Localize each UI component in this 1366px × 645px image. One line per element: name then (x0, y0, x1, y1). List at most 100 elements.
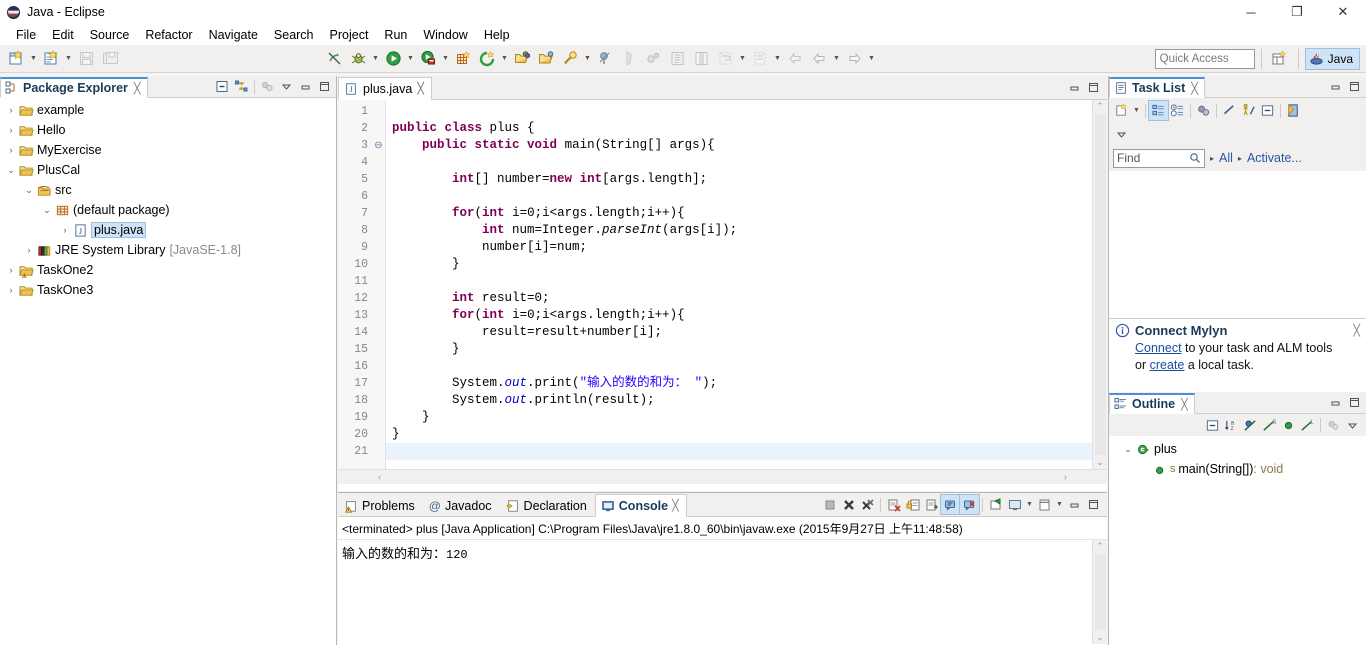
scroll-down-icon[interactable]: ⌄ (1096, 632, 1104, 643)
display-console-dropdown-icon[interactable]: ▼ (1024, 494, 1035, 516)
search-dropdown-icon[interactable]: ▼ (582, 48, 593, 70)
filter-activate-link[interactable]: Activate... (1247, 151, 1302, 165)
code-line[interactable]: result=result+number[i]; (392, 324, 1092, 341)
expand-arrow-icon[interactable]: › (4, 265, 18, 275)
new-java-class-dropdown-icon[interactable]: ▼ (63, 48, 74, 70)
menu-edit[interactable]: Edit (44, 26, 82, 44)
tree-item-myexercise[interactable]: › MyExercise (0, 140, 336, 160)
restore-task-list-icon[interactable] (1284, 101, 1303, 120)
maximize-icon[interactable] (1084, 78, 1103, 97)
scroll-thumb[interactable] (1094, 554, 1106, 630)
console-output-area[interactable]: 输入的数的和为：120 ⌃ ⌄ (338, 540, 1107, 644)
tab-outline[interactable]: Outline ╳ (1109, 393, 1195, 414)
run-external-tools-icon[interactable] (417, 48, 439, 70)
scroll-left-icon[interactable]: ‹ (378, 472, 381, 482)
tree-item-plus-java[interactable]: › J plus.java (0, 220, 336, 240)
code-line[interactable]: } (392, 341, 1092, 358)
collapse-all-icon[interactable] (1203, 416, 1222, 435)
tree-item-hello[interactable]: › Hello (0, 120, 336, 140)
minimize-icon[interactable] (296, 77, 315, 96)
close-icon[interactable]: ╳ (672, 499, 679, 512)
close-icon[interactable]: ╳ (134, 82, 141, 95)
scroll-lock-icon[interactable] (903, 495, 922, 514)
folding-ruler[interactable]: ⊖ (372, 100, 386, 469)
new-wizard-icon[interactable] (5, 48, 27, 70)
new-java-class-icon[interactable] (40, 48, 62, 70)
sort-icon[interactable]: az (1222, 416, 1241, 435)
tree-item-pluscal[interactable]: ⌄ PlusCal (0, 160, 336, 180)
minimize-icon[interactable] (1326, 77, 1345, 96)
code-line[interactable] (392, 188, 1092, 205)
view-menu-icon[interactable] (1112, 125, 1131, 144)
code-line[interactable]: public class plus { (392, 120, 1092, 137)
menu-run[interactable]: Run (376, 26, 415, 44)
word-wrap-icon[interactable] (922, 495, 941, 514)
open-console-dropdown-icon[interactable]: ▼ (1054, 494, 1065, 516)
code-line[interactable] (392, 103, 1092, 120)
tree-item-default-package[interactable]: ⌄ (default package) (0, 200, 336, 220)
scroll-up-icon[interactable]: ⌃ (1096, 101, 1104, 112)
filter-all-link[interactable]: All (1219, 151, 1233, 165)
pin-console-icon[interactable] (986, 495, 1005, 514)
mylyn-connect-link[interactable]: Connect (1135, 341, 1182, 355)
tab-task-list[interactable]: Task List ╳ (1109, 77, 1205, 98)
scroll-thumb[interactable] (1094, 114, 1106, 455)
run-dropdown-icon[interactable]: ▼ (405, 48, 416, 70)
show-console-on-error-icon[interactable] (959, 494, 980, 515)
close-icon[interactable]: ╳ (1181, 398, 1188, 411)
find-input[interactable]: Find (1113, 148, 1205, 168)
tree-item-example[interactable]: › example (0, 100, 336, 120)
menu-search[interactable]: Search (266, 26, 322, 44)
expand-arrow-icon[interactable]: › (4, 125, 18, 135)
tab-package-explorer[interactable]: Package Explorer ╳ (0, 77, 148, 98)
mylyn-create-link[interactable]: create (1150, 358, 1185, 372)
debug-icon[interactable] (347, 48, 369, 70)
code-line[interactable]: public static void main(String[] args){ (392, 137, 1092, 154)
code-line[interactable]: System.out.print("输入的数的和为： "); (392, 375, 1092, 392)
menu-project[interactable]: Project (322, 26, 377, 44)
minimize-button[interactable]: ─ (1228, 0, 1274, 24)
code-line[interactable]: for(int i=0;i<args.length;i++){ (392, 205, 1092, 222)
editor-vertical-scrollbar[interactable]: ⌃ ⌄ (1092, 100, 1107, 469)
debug-dropdown-icon[interactable]: ▼ (370, 48, 381, 70)
show-console-on-output-icon[interactable] (940, 494, 961, 515)
collapse-arrow-icon[interactable]: ⌄ (22, 185, 36, 196)
perspective-java-button[interactable]: Java (1304, 47, 1360, 70)
open-type-icon[interactable] (511, 48, 533, 70)
tree-item-jre-system-library[interactable]: › JRE System Library [JavaSE-1.8] (0, 240, 336, 260)
filter-all-arrow-icon[interactable]: ▸ (1210, 154, 1214, 163)
categorized-presentation-icon[interactable] (1148, 100, 1169, 121)
toggle-mark-occurrences-icon[interactable] (323, 48, 345, 70)
menu-help[interactable]: Help (476, 26, 518, 44)
maximize-icon[interactable] (1345, 77, 1364, 96)
clear-console-icon[interactable] (884, 495, 903, 514)
coverage-icon[interactable] (476, 48, 498, 70)
remove-launch-icon[interactable] (839, 495, 858, 514)
scroll-up-icon[interactable]: ⌃ (1096, 541, 1104, 552)
code-line[interactable]: int[] number=new int[args.length]; (392, 171, 1092, 188)
focus-on-active-task-icon[interactable] (258, 77, 277, 96)
expand-arrow-icon[interactable]: › (4, 105, 18, 115)
maximize-icon[interactable] (1345, 393, 1364, 412)
collapse-arrow-icon[interactable]: ⌄ (40, 205, 54, 216)
new-task-dropdown-icon[interactable]: ▼ (1131, 100, 1142, 122)
link-with-editor-icon[interactable] (232, 77, 251, 96)
filter-activate-arrow-icon[interactable]: ▸ (1238, 154, 1242, 163)
close-icon[interactable]: ╳ (417, 82, 424, 95)
expand-arrow-icon[interactable]: › (4, 145, 18, 155)
code-line[interactable] (392, 154, 1092, 171)
hide-fields-icon[interactable] (1241, 416, 1260, 435)
outline-item-main[interactable]: S main(String[]) : void (1109, 459, 1366, 479)
expand-arrow-icon[interactable]: › (22, 245, 36, 255)
code-line[interactable] (392, 358, 1092, 375)
code-editor[interactable]: 1 2 3 4 5 6 7 8 9 10 11 12 13 14 15 16 17 18 19 20 21 ⊖ publ… (338, 100, 1107, 469)
display-selected-console-icon[interactable] (1005, 495, 1024, 514)
maximize-button[interactable]: ❐ (1274, 0, 1320, 24)
menu-window[interactable]: Window (415, 26, 475, 44)
close-icon[interactable]: ╳ (1353, 324, 1360, 337)
synchronize-changed-icon[interactable] (1220, 101, 1239, 120)
expand-arrow-icon[interactable]: › (4, 285, 18, 295)
hide-static-icon[interactable]: S (1260, 416, 1279, 435)
minimize-icon[interactable] (1065, 495, 1084, 514)
menu-file[interactable]: File (8, 26, 44, 44)
